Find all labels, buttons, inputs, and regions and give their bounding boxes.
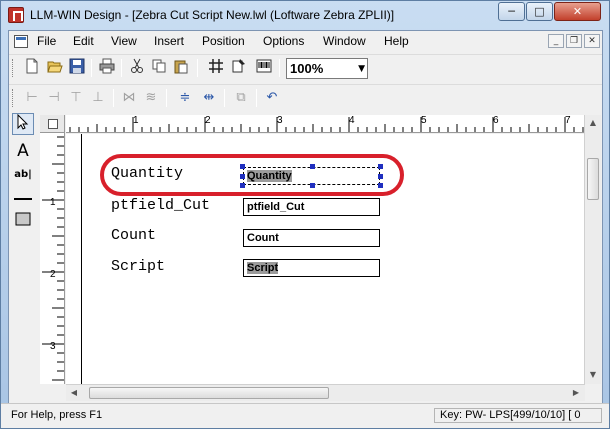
alignment-toolbar: ⊢ ⊣ ⊤ ⊥ ⋈ ≋ ≑ ⇹ ⧉ ↶: [9, 84, 602, 110]
chevron-down-icon[interactable]: ▼: [358, 60, 365, 79]
menu-file[interactable]: File: [37, 34, 56, 48]
app-icon: [8, 7, 24, 23]
ruler-number: 3: [50, 341, 56, 352]
properties-icon[interactable]: [229, 58, 249, 78]
mdi-restore-button[interactable]: ❐: [566, 34, 582, 48]
align-left-icon[interactable]: ⊢: [22, 88, 42, 108]
count-data-field[interactable]: Count: [243, 229, 380, 247]
horizontal-ruler: 1 2 3 4 5 6 7: [66, 115, 585, 133]
script-text-label[interactable]: Script: [111, 258, 165, 275]
annotation-highlight-circle: [100, 154, 404, 196]
paste-icon[interactable]: [171, 58, 191, 78]
horizontal-scroll-thumb[interactable]: [89, 387, 329, 399]
menu-insert[interactable]: Insert: [154, 34, 184, 48]
ruler-number: 2: [205, 115, 211, 126]
toolbar-separator: [279, 59, 280, 77]
script-data-field[interactable]: Script: [243, 259, 380, 277]
count-text-label[interactable]: Count: [111, 227, 156, 244]
menu-edit[interactable]: Edit: [73, 34, 94, 48]
script-field-value: Script: [247, 262, 279, 274]
status-key-panel: Key: PW- LPS[499/10/10] [ 0: [434, 408, 602, 423]
toolbar-separator: [256, 89, 257, 107]
status-bar: For Help, press F1 Key: PW- LPS[499/10/1…: [1, 403, 609, 428]
ruler-number: 6: [493, 115, 499, 126]
cut-icon[interactable]: [127, 58, 147, 78]
ruler-number: 2: [50, 269, 56, 280]
toolbar-separator: [91, 59, 92, 77]
box-tool-icon[interactable]: [12, 211, 34, 233]
menu-bar: File Edit View Insert Position Options W…: [9, 31, 602, 53]
center-horizontal-icon[interactable]: ⋈: [119, 88, 139, 108]
toolbar-separator: [224, 89, 225, 107]
ruler-corner[interactable]: [40, 115, 65, 133]
menu-view[interactable]: View: [111, 34, 137, 48]
document-icon[interactable]: [14, 35, 28, 48]
ruler-number: 5: [421, 115, 427, 126]
zoom-select[interactable]: 100% ▼: [286, 58, 368, 79]
grid-icon[interactable]: [206, 58, 226, 78]
window-title: LLM-WIN Design - [Zebra Cut Script New.l…: [30, 8, 395, 22]
vertical-scrollbar[interactable]: ▲ ▼: [584, 115, 601, 384]
open-icon[interactable]: [45, 58, 65, 78]
toolbar-grip[interactable]: [12, 89, 15, 107]
count-field-value: Count: [247, 232, 279, 244]
toolbar-grip[interactable]: [12, 59, 15, 77]
scroll-left-icon[interactable]: ◀: [66, 385, 82, 401]
mdi-close-button[interactable]: ✕: [584, 34, 600, 48]
barcode-icon[interactable]: [254, 58, 274, 78]
close-button[interactable]: ✕: [554, 2, 601, 21]
data-field-tool-icon[interactable]: ab|: [12, 164, 34, 186]
ruler-number: 1: [133, 115, 139, 126]
maximize-button[interactable]: □: [526, 2, 553, 21]
standard-toolbar: 100% ▼: [9, 54, 602, 82]
toolbar-separator: [113, 89, 114, 107]
tool-palette: A ab|: [10, 113, 36, 403]
ptfield-cut-data-field[interactable]: ptfield_Cut: [243, 198, 380, 216]
minimize-button[interactable]: ─: [498, 2, 525, 21]
ruler-number: 7: [565, 115, 571, 126]
status-help-text: For Help, press F1: [11, 409, 103, 421]
menu-position[interactable]: Position: [202, 34, 245, 48]
label-left-edge: [81, 134, 82, 384]
print-icon[interactable]: [97, 58, 117, 78]
line-tool-icon[interactable]: [12, 187, 34, 209]
ruler-number: 1: [50, 197, 56, 208]
vertical-ruler: 1 2 3: [40, 133, 65, 384]
align-bottom-icon[interactable]: ⊥: [88, 88, 108, 108]
save-icon[interactable]: [67, 58, 87, 78]
resize-icon[interactable]: ⧉: [231, 88, 251, 108]
scroll-right-icon[interactable]: ▶: [568, 385, 584, 401]
align-top-icon[interactable]: ⊤: [66, 88, 86, 108]
text-tool-icon[interactable]: A: [12, 140, 34, 162]
toolbar-separator: [197, 59, 198, 77]
scroll-down-icon[interactable]: ▼: [585, 367, 601, 383]
scroll-up-icon[interactable]: ▲: [585, 115, 601, 131]
pointer-icon[interactable]: [12, 113, 34, 135]
ruler-number: 3: [277, 115, 283, 126]
title-bar[interactable]: LLM-WIN Design - [Zebra Cut Script New.l…: [1, 1, 609, 30]
toolbar-separator: [121, 59, 122, 77]
menu-options[interactable]: Options: [263, 34, 304, 48]
mdi-minimize-button[interactable]: _: [548, 34, 564, 48]
horizontal-scrollbar[interactable]: ◀ ▶: [66, 384, 585, 401]
menu-window[interactable]: Window: [323, 34, 366, 48]
menu-help[interactable]: Help: [384, 34, 409, 48]
ptfield-cut-text-label[interactable]: ptfield_Cut: [111, 197, 210, 214]
center-vertical-icon[interactable]: ≋: [141, 88, 161, 108]
app-window: LLM-WIN Design - [Zebra Cut Script New.l…: [0, 0, 610, 429]
space-vertical-icon[interactable]: ≑: [175, 88, 195, 108]
ptfield-cut-field-value: ptfield_Cut: [247, 201, 305, 213]
vertical-scroll-thumb[interactable]: [587, 158, 599, 200]
undo-icon[interactable]: ↶: [262, 88, 282, 108]
new-icon[interactable]: [22, 58, 42, 78]
copy-icon[interactable]: [149, 58, 169, 78]
align-right-icon[interactable]: ⊣: [44, 88, 64, 108]
space-horizontal-icon[interactable]: ⇹: [199, 88, 219, 108]
zoom-value: 100%: [290, 61, 324, 76]
ruler-number: 4: [349, 115, 355, 126]
toolbar-separator: [166, 89, 167, 107]
